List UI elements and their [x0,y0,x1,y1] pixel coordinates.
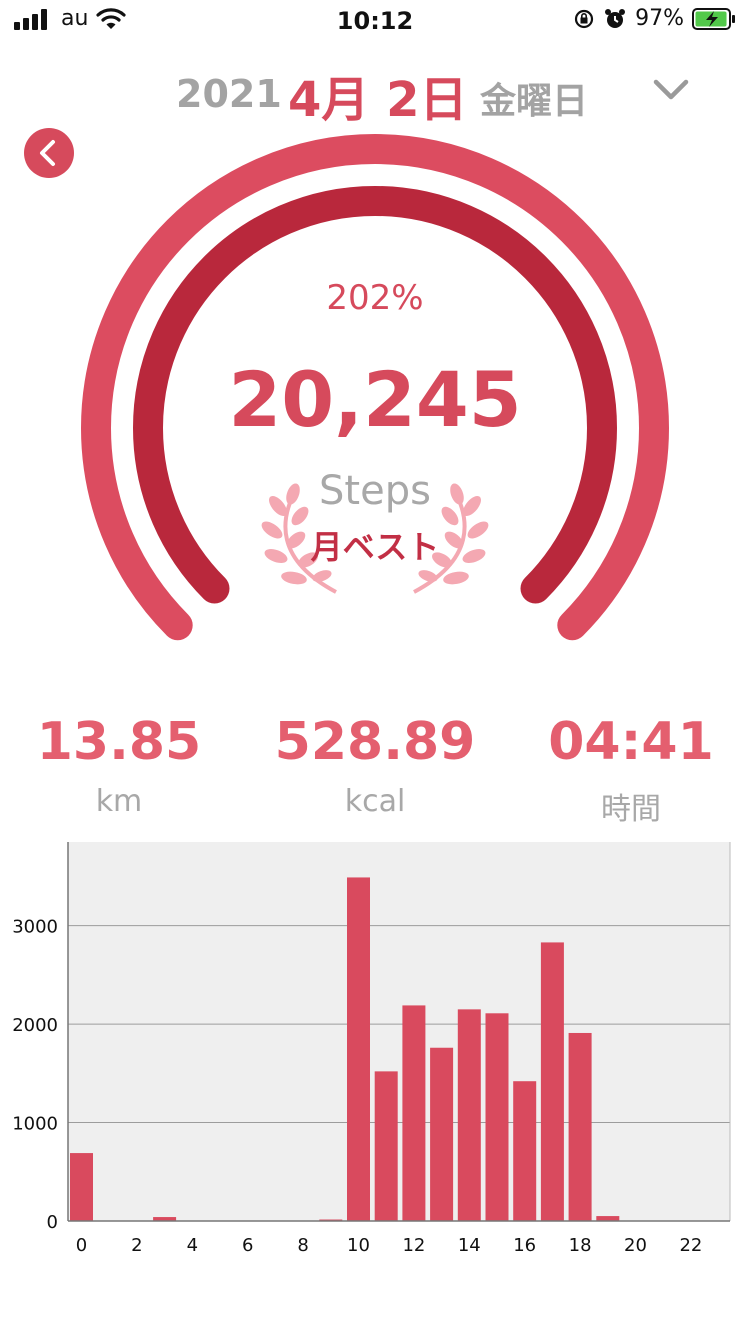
x-tick-label: 22 [679,1235,702,1256]
y-tick-label: 2000 [12,1015,58,1036]
chart-bar [70,1153,93,1221]
chart-bar [540,942,564,1221]
y-tick-label: 0 [47,1212,58,1233]
chart-bar [485,1013,509,1221]
status-right: 97% [573,6,736,31]
rotation-lock-icon [574,9,594,28]
x-tick-label: 18 [569,1235,592,1256]
x-tick-label: 12 [402,1235,425,1256]
y-tick-label: 1000 [12,1114,58,1135]
steps-unit: Steps [319,468,431,514]
y-tick-label: 3000 [12,917,58,938]
chart-bar [347,877,370,1221]
x-tick-label: 2 [131,1235,142,1256]
monthly-best-badge: 月ベスト [310,528,440,566]
calories-unit: kcal [344,784,406,819]
hourly-steps-chart: 0 1000 2000 3000 0 2 4 6 8 10 12 14 16 18 20 22 [12,842,731,1256]
status-bar: au 10:12 97% [0,0,750,40]
duration-value: 04:41 [548,712,714,772]
battery-charging-icon [692,7,735,30]
duration-unit: 時間 [601,792,661,827]
chevron-down-icon[interactable] [652,74,690,104]
year-label: 2021 [176,72,282,116]
calories-value: 528.89 [274,712,476,772]
date-header: 2021 4月 2日 金曜日 [0,58,750,128]
step-count: 20,245 [228,355,522,444]
chart-bar [374,1071,398,1221]
x-tick-label: 8 [297,1235,308,1256]
distance-stat: 13.85 km [0,712,244,819]
x-tick-label: 20 [624,1235,647,1256]
x-tick-label: 6 [242,1235,253,1256]
x-tick-label: 14 [458,1235,481,1256]
battery-percent: 97% [635,6,684,31]
duration-stat: 04:41 時間 [506,712,750,828]
alarm-icon [605,8,626,28]
x-tick-label: 4 [187,1235,198,1256]
x-tick-label: 10 [347,1235,370,1256]
stats-row: 13.85 km 528.89 kcal 04:41 時間 [0,712,750,832]
distance-value: 13.85 [36,712,202,772]
goal-percent: 202% [326,278,424,318]
calories-stat: 528.89 kcal [250,712,500,819]
chart-bar [402,1005,426,1221]
chart-bar [430,1047,454,1221]
chart-bar [513,1081,537,1221]
x-tick-label: 16 [513,1235,536,1256]
chart-bar [568,1032,592,1221]
x-tick-label: 0 [76,1235,87,1256]
weekday-label: 金曜日 [480,81,589,122]
distance-unit: km [95,784,143,819]
chart-plot-area [68,842,730,1221]
chart-bar [457,1009,481,1221]
